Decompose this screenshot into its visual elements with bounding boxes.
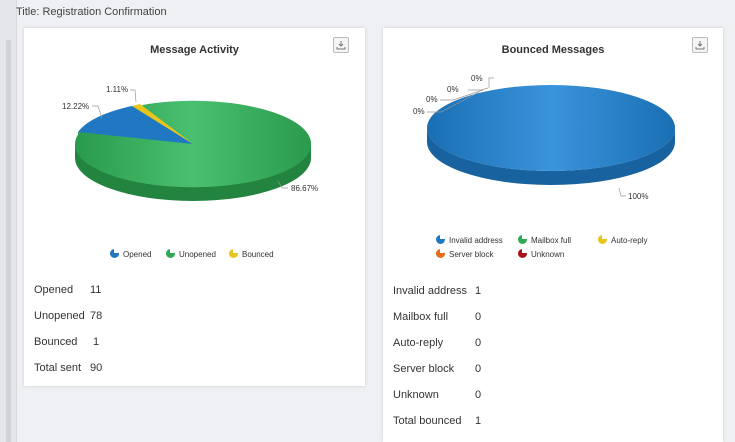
legend-mailbox-full[interactable]: Mailbox full [518, 235, 571, 245]
page-title: Title: Registration Confirmation [16, 6, 167, 18]
label-server-block: 0% [426, 95, 438, 104]
pie-icon [518, 235, 527, 244]
left-scrollbar[interactable] [6, 40, 11, 442]
label-auto-reply: 0% [471, 74, 483, 83]
left-scroll-rail [0, 0, 17, 442]
pie-icon [229, 249, 238, 258]
legend-auto-reply[interactable]: Auto-reply [598, 235, 647, 245]
pie-icon [166, 249, 175, 258]
label-invalid-address: 100% [628, 192, 648, 201]
legend-unopened[interactable]: Unopened [166, 249, 216, 259]
legend-invalid-address[interactable]: Invalid address [436, 235, 503, 245]
bounced-messages-pie: 0% 0% 0% 0% 100% [413, 74, 675, 201]
message-activity-card: Message Activity 1.11% 12.22% 86.67% Ope… [24, 28, 365, 386]
legend-opened[interactable]: Opened [110, 249, 151, 259]
pie-icon [598, 235, 607, 244]
pie-icon [436, 235, 445, 244]
pie-icon [436, 249, 445, 258]
legend-server-block[interactable]: Server block [436, 249, 493, 259]
label-mailbox-full: 0% [447, 85, 459, 94]
legend-unknown[interactable]: Unknown [518, 249, 564, 259]
bounced-messages-card: Bounced Messages 0% 0% 0% 0% 100% Invali… [383, 28, 723, 442]
label-unopened: 86.67% [291, 184, 318, 193]
legend-bounced[interactable]: Bounced [229, 249, 274, 259]
label-opened: 12.22% [62, 102, 89, 111]
slice-invalid-address [427, 85, 675, 171]
label-bounced: 1.11% [106, 85, 128, 94]
pie-icon [110, 249, 119, 258]
pie-icon [518, 249, 527, 258]
label-unknown: 0% [413, 107, 425, 116]
